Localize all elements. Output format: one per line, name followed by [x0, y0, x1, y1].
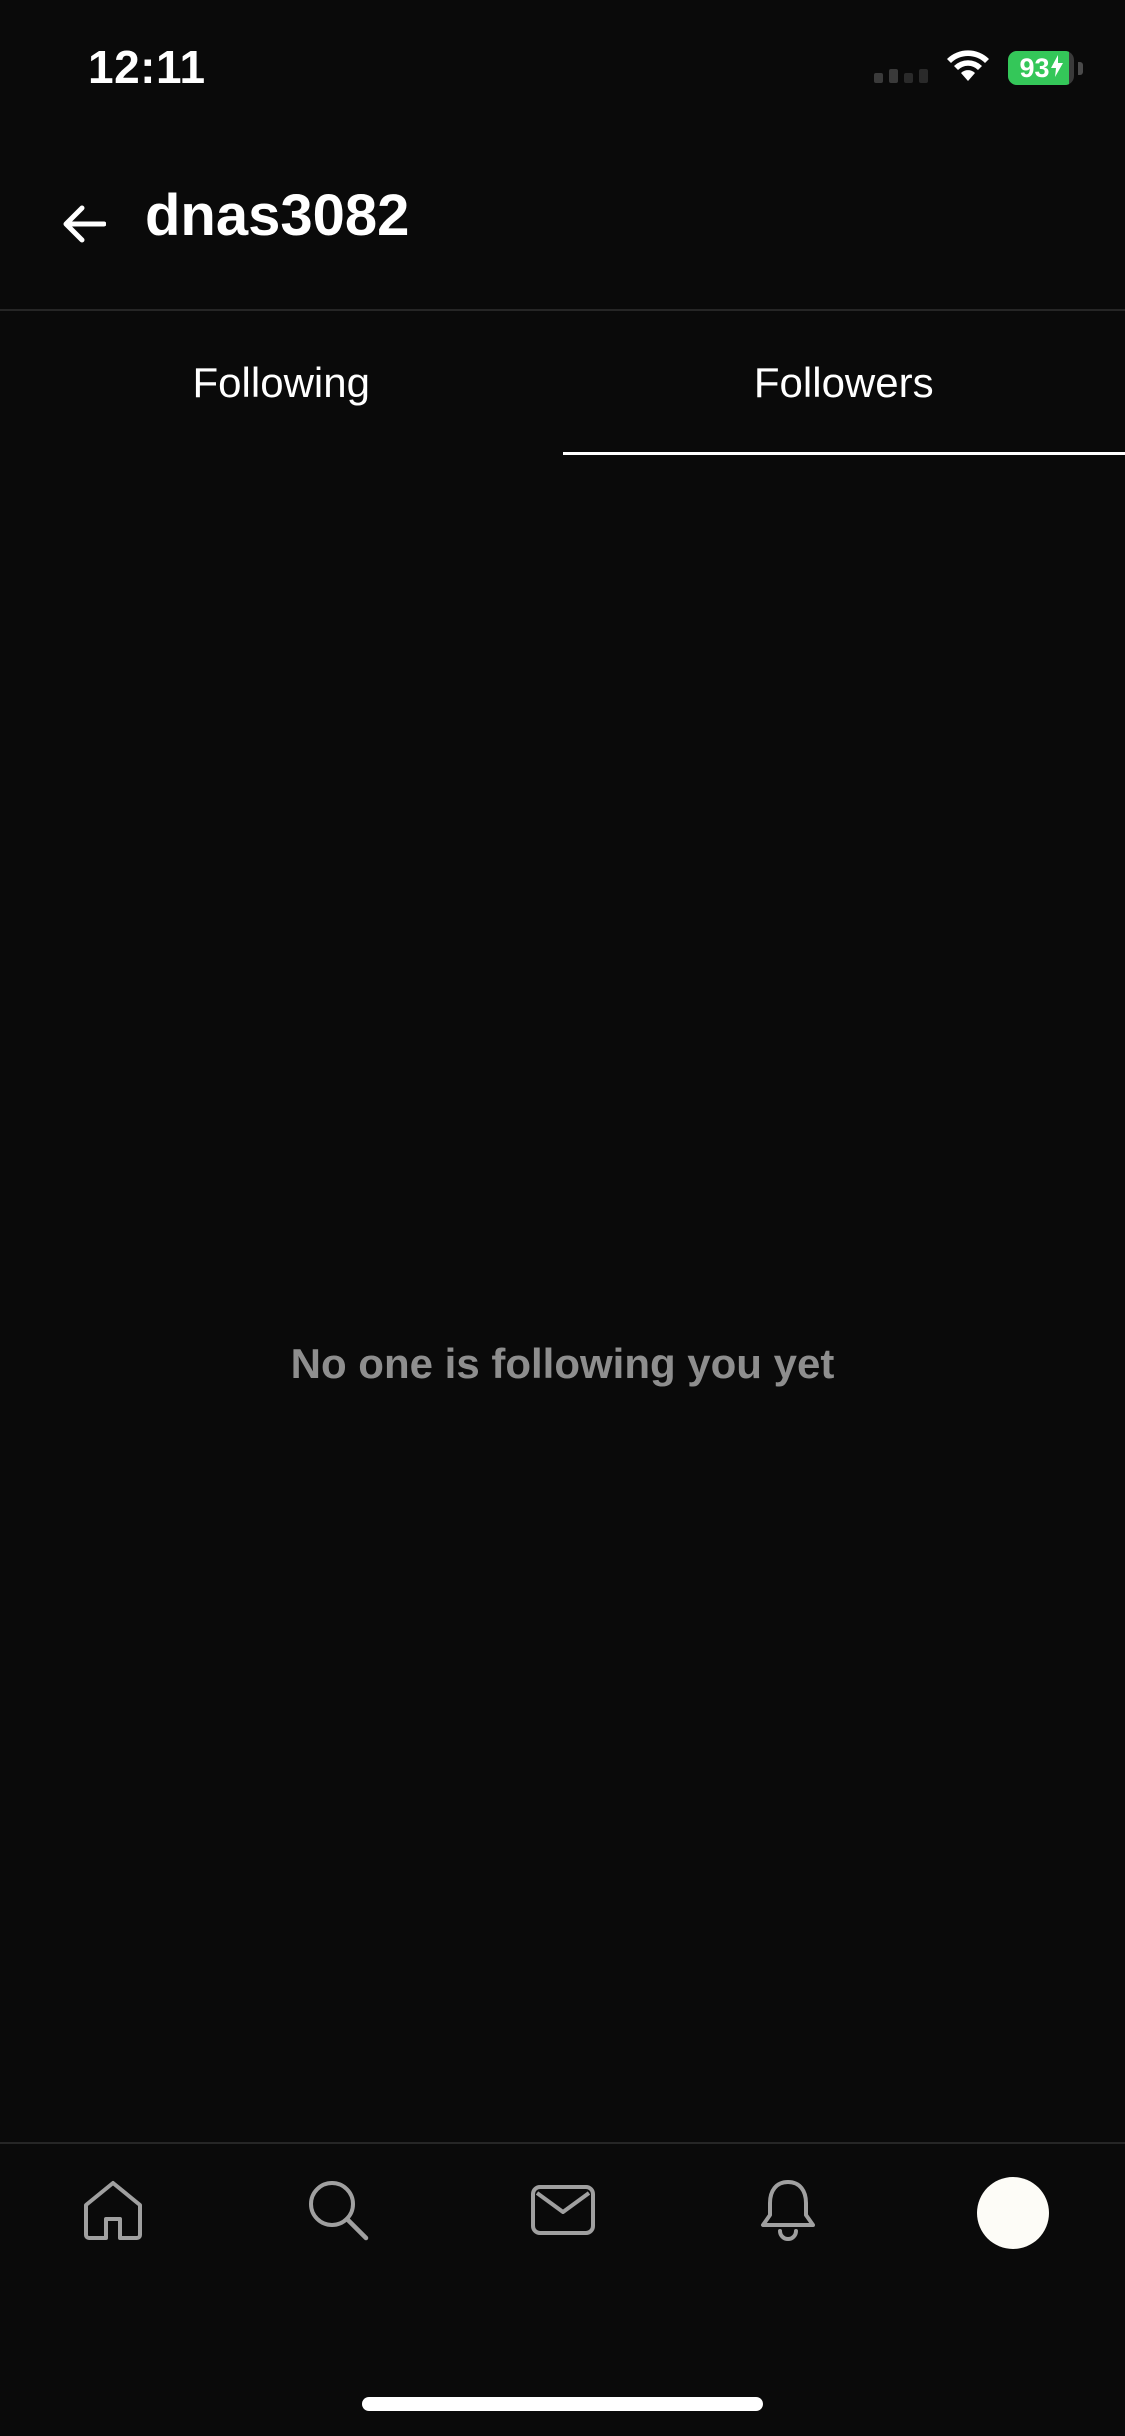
tab-followers[interactable]: Followers	[562, 311, 1125, 455]
charging-bolt-icon	[1050, 53, 1063, 84]
battery-nub	[1078, 61, 1083, 75]
battery-indicator: 93	[1008, 51, 1074, 85]
tab-following-label: Following	[192, 359, 370, 406]
home-indicator	[362, 2397, 763, 2411]
home-icon	[81, 2179, 145, 2246]
status-bar: 12:11 93	[0, 0, 1125, 132]
nav-notifications[interactable]	[733, 2158, 843, 2268]
nav-messages[interactable]	[508, 2158, 618, 2268]
tab-followers-label: Followers	[753, 359, 934, 406]
profile-avatar	[976, 2176, 1049, 2249]
search-icon	[306, 2178, 370, 2247]
status-time: 12:11	[88, 41, 206, 93]
nav-home[interactable]	[58, 2158, 168, 2268]
nav-profile[interactable]	[958, 2158, 1068, 2268]
empty-state-message: No one is following you yet	[290, 1340, 835, 1387]
page-title: dnas3082	[145, 183, 410, 248]
nav-search[interactable]	[283, 2158, 393, 2268]
battery-percent: 93	[1019, 52, 1050, 83]
tab-bar: Following Followers	[0, 311, 1125, 455]
cellular-signal-icon	[874, 53, 928, 83]
bell-icon	[759, 2178, 817, 2247]
bottom-nav	[0, 2142, 1125, 2281]
wifi-icon	[946, 49, 990, 88]
arrow-left-icon	[62, 204, 107, 249]
back-button[interactable]	[52, 194, 116, 258]
status-indicators: 93	[874, 48, 1083, 88]
tab-following[interactable]: Following	[0, 311, 563, 455]
header: dnas3082	[0, 132, 1125, 311]
mail-icon	[530, 2184, 596, 2241]
